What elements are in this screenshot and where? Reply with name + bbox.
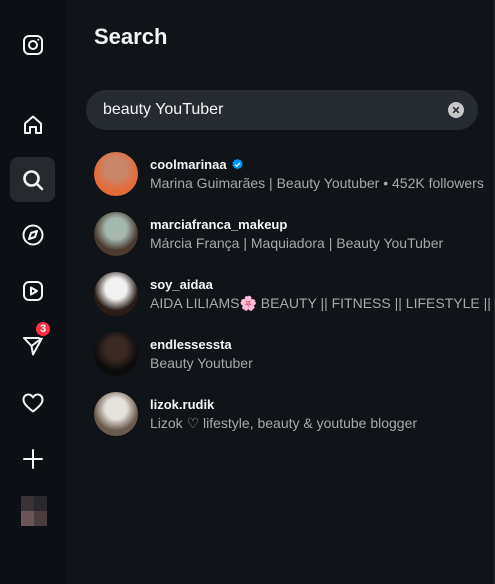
result-description: Marina Guimarães | Beauty Youtuber • 452… xyxy=(150,174,484,191)
result-description: AIDA LILIAMS🌸 BEAUTY || FITNESS || LIFES… xyxy=(150,294,495,311)
instagram-logo-icon[interactable] xyxy=(10,22,55,67)
search-result[interactable]: soy_aidaa AIDA LILIAMS🌸 BEAUTY || FITNES… xyxy=(94,270,495,318)
verified-badge-icon xyxy=(231,158,243,169)
panel-title: Search xyxy=(94,24,168,49)
avatar xyxy=(94,332,138,376)
result-username: endlessessta xyxy=(150,336,232,352)
close-icon xyxy=(452,106,460,114)
sidebar: 3 xyxy=(0,0,66,584)
search-panel: Search coolmarinaa Marina Guimarães | Be… xyxy=(66,0,495,584)
clear-search-button[interactable] xyxy=(448,102,464,118)
search-result[interactable]: marciafranca_makeup Márcia França | Maqu… xyxy=(94,210,495,258)
home-icon[interactable] xyxy=(10,102,55,147)
result-username: soy_aidaa xyxy=(150,276,213,292)
result-username: coolmarinaa xyxy=(150,156,227,172)
explore-icon[interactable] xyxy=(10,212,55,257)
search-result[interactable]: endlessessta Beauty Youtuber xyxy=(94,330,495,378)
create-icon[interactable] xyxy=(10,436,55,481)
reels-icon[interactable] xyxy=(10,268,55,313)
search-box xyxy=(86,90,478,130)
avatar xyxy=(94,212,138,256)
messages-icon[interactable]: 3 xyxy=(10,320,55,368)
result-description: Beauty Youtuber xyxy=(150,354,253,371)
result-username: lizok.rudik xyxy=(150,396,215,412)
notifications-icon[interactable] xyxy=(10,380,55,425)
result-description: Márcia França | Maquiadora | Beauty YouT… xyxy=(150,234,444,251)
avatar xyxy=(94,392,138,436)
message-count-badge: 3 xyxy=(34,320,53,338)
result-username: marciafranca_makeup xyxy=(150,216,288,232)
search-result[interactable]: lizok.rudik Lizok ♡ lifestyle, beauty & … xyxy=(94,390,495,438)
search-icon[interactable] xyxy=(10,157,55,202)
search-result[interactable]: coolmarinaa Marina Guimarães | Beauty Yo… xyxy=(94,150,495,198)
profile-avatar[interactable] xyxy=(21,496,47,526)
search-input[interactable] xyxy=(86,100,448,120)
avatar xyxy=(94,152,138,196)
avatar xyxy=(94,272,138,316)
result-description: Lizok ♡ lifestyle, beauty & youtube blog… xyxy=(150,414,418,431)
